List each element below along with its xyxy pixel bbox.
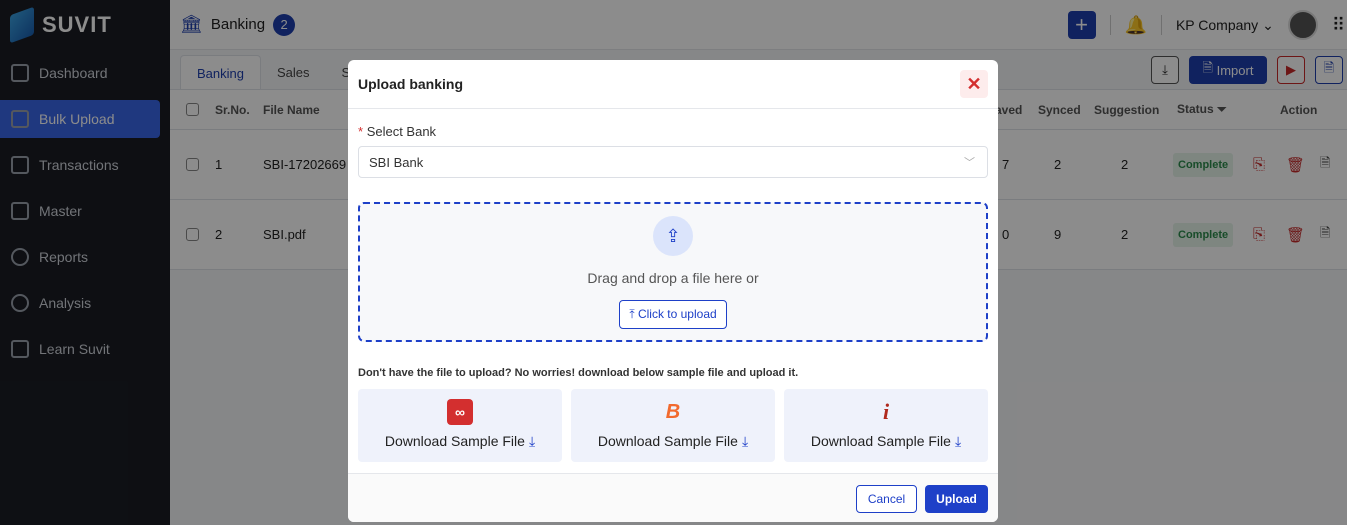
modal-header: Upload banking ✕ [348, 60, 998, 109]
required-asterisk: * [358, 124, 364, 139]
card-label: Download Sample File [810, 433, 951, 449]
download-icon: ⤓ [954, 433, 962, 449]
card-label: Download Sample File [597, 433, 738, 449]
cancel-button[interactable]: Cancel [856, 485, 917, 513]
file-dropzone[interactable]: ⇪ Drag and drop a file here or ⤒ Click t… [358, 202, 988, 342]
upload-icon: ⤒ [629, 307, 638, 321]
download-icon: ⤓ [528, 433, 536, 449]
upload-button[interactable]: Upload [925, 485, 988, 513]
sample-card-icici[interactable]: i Download Sample File ⤓ [784, 389, 988, 462]
select-bank-label: * Select Bank [358, 124, 436, 139]
download-icon: ⤓ [741, 433, 749, 449]
sample-files: ∞ Download Sample File ⤓ B Download Sample … [358, 389, 988, 462]
file-upload-icon: ⇪ [653, 216, 693, 256]
close-icon[interactable]: ✕ [960, 70, 988, 98]
sample-note: Don't have the file to upload? No worrie… [358, 367, 799, 379]
select-value: SBI Bank [369, 155, 424, 170]
card-label: Download Sample File [384, 433, 525, 449]
chevron-down-icon: ﹀ [964, 157, 975, 169]
modal-footer: Cancel Upload [348, 473, 998, 522]
sample-card-bob[interactable]: B Download Sample File ⤓ [571, 389, 775, 462]
bank-of-baroda-logo-icon: B [665, 400, 681, 423]
icici-logo-icon: i [882, 399, 890, 424]
click-to-upload-button[interactable]: ⤒ Click to upload [619, 300, 727, 329]
click-upload-label: Click to upload [637, 307, 717, 321]
label-text: Select Bank [366, 124, 437, 139]
bank-select[interactable]: SBI Bank ﹀ [358, 146, 988, 178]
modal-title: Upload banking [358, 76, 463, 92]
kotak-logo-icon: ∞ [447, 399, 473, 425]
drop-text: Drag and drop a file here or [587, 270, 759, 286]
upload-banking-modal: Upload banking ✕ * Select Bank SBI Bank ﹀… [348, 60, 998, 522]
sample-card-kotak[interactable]: ∞ Download Sample File ⤓ [358, 389, 562, 462]
